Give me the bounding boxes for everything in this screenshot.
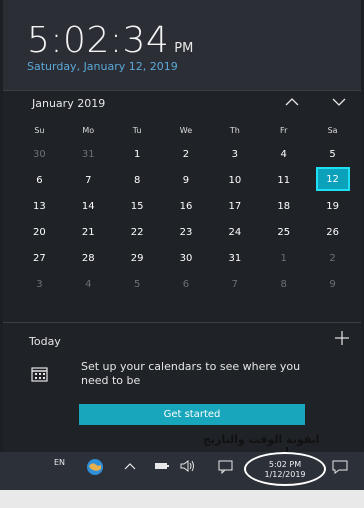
big-clock: 5:02:34 PM bbox=[27, 20, 193, 61]
bottom-strip bbox=[0, 490, 364, 508]
divider bbox=[3, 90, 361, 91]
calendar-day[interactable]: 29 bbox=[113, 245, 162, 271]
network-globe-button[interactable] bbox=[86, 458, 104, 476]
next-month-button[interactable] bbox=[329, 94, 349, 110]
calendar-flyout: 5:02:34 PM Saturday, January 12, 2019 Jan… bbox=[3, 0, 361, 452]
calendar-day[interactable]: 21 bbox=[64, 219, 113, 245]
weekday-label: Mo bbox=[82, 126, 95, 135]
calendar-day[interactable]: 13 bbox=[15, 193, 64, 219]
calendar-icon bbox=[31, 367, 48, 382]
show-hidden-icons-button[interactable] bbox=[124, 462, 136, 470]
calendar-day[interactable]: 30 bbox=[15, 141, 64, 167]
action-center-icon bbox=[332, 460, 348, 474]
calendar-day[interactable]: 8 bbox=[113, 167, 162, 193]
plus-icon bbox=[335, 331, 349, 345]
calendar-day[interactable]: 1 bbox=[259, 245, 308, 271]
calendar-day[interactable]: 30 bbox=[162, 245, 211, 271]
calendar-day[interactable]: 31 bbox=[210, 245, 259, 271]
calendar-day[interactable]: 3 bbox=[15, 271, 64, 297]
calendar-day[interactable]: 22 bbox=[113, 219, 162, 245]
calendar-day[interactable]: 3 bbox=[210, 141, 259, 167]
weekday-label: We bbox=[179, 126, 193, 135]
calendar-day[interactable]: 20 bbox=[15, 219, 64, 245]
month-year-label[interactable]: January 2019 bbox=[32, 97, 105, 110]
chevron-up-icon bbox=[285, 98, 299, 106]
calendar-day[interactable]: 5 bbox=[113, 271, 162, 297]
calendar-day[interactable]: 8 bbox=[259, 271, 308, 297]
calendar-day[interactable]: 16 bbox=[162, 193, 211, 219]
calendar-day[interactable]: 9 bbox=[308, 271, 357, 297]
clock-time: 5:02:34 bbox=[27, 20, 170, 61]
calendar-day[interactable]: 27 bbox=[15, 245, 64, 271]
setup-calendar-text: Set up your calendars to see where you n… bbox=[81, 360, 301, 387]
calendar-day[interactable]: 14 bbox=[64, 193, 113, 219]
notifications-button[interactable] bbox=[218, 460, 234, 474]
calendar-day[interactable]: 26 bbox=[308, 219, 357, 245]
calendar-day[interactable]: 6 bbox=[15, 167, 64, 193]
calendar-day[interactable]: 7 bbox=[64, 167, 113, 193]
calendar-day[interactable]: 24 bbox=[210, 219, 259, 245]
calendar-day[interactable]: 19 bbox=[308, 193, 357, 219]
calendar-day[interactable]: 18 bbox=[259, 193, 308, 219]
calendar-day[interactable]: 17 bbox=[210, 193, 259, 219]
calendar-day-today[interactable]: 12 bbox=[315, 167, 350, 191]
weekday-label: Su bbox=[34, 126, 45, 135]
chevron-down-icon bbox=[332, 98, 346, 106]
action-center-button[interactable] bbox=[332, 460, 348, 474]
taskbar-date: 1/12/2019 bbox=[264, 470, 306, 479]
taskbar-time: 5:02 PM bbox=[268, 460, 302, 469]
weekday-label: Fr bbox=[280, 126, 288, 135]
clock-ampm: PM bbox=[174, 41, 194, 56]
calendar-day[interactable]: 15 bbox=[113, 193, 162, 219]
calendar-day[interactable]: 11 bbox=[259, 167, 308, 193]
volume-icon bbox=[180, 460, 194, 472]
calendar-day[interactable]: 23 bbox=[162, 219, 211, 245]
calendar-day[interactable]: 10 bbox=[210, 167, 259, 193]
language-indicator[interactable]: EN bbox=[54, 458, 65, 467]
calendar-day[interactable]: 6 bbox=[162, 271, 211, 297]
add-event-button[interactable] bbox=[335, 330, 349, 345]
weekday-label: Tu bbox=[132, 126, 142, 135]
calendar-day[interactable]: 1 bbox=[113, 141, 162, 167]
calendar-day[interactable]: 9 bbox=[162, 167, 211, 193]
calendar-days-grid: 30 31 1 2 3 4 5 6 7 8 9 10 11 12 13 14 15 16 17 18 19 20 21 22 2… bbox=[15, 141, 357, 297]
calendar-day[interactable]: 28 bbox=[64, 245, 113, 271]
chevron-up-icon bbox=[124, 463, 136, 470]
taskbar-clock-button[interactable]: 5:02 PM 1/12/2019 bbox=[246, 456, 324, 484]
notifications-icon bbox=[218, 460, 233, 474]
calendar-day[interactable]: 25 bbox=[259, 219, 308, 245]
clock-date-link[interactable]: Saturday, January 12, 2019 bbox=[27, 60, 178, 73]
get-started-button[interactable]: Get started bbox=[79, 404, 305, 425]
agenda-today-label: Today bbox=[29, 335, 61, 348]
weekday-label: Th bbox=[229, 126, 240, 135]
clock-panel: 5:02:34 PM Saturday, January 12, 2019 bbox=[3, 0, 361, 90]
calendar-day[interactable]: 7 bbox=[210, 271, 259, 297]
battery-button[interactable] bbox=[154, 461, 170, 471]
previous-month-button[interactable] bbox=[282, 94, 302, 110]
volume-button[interactable] bbox=[180, 460, 196, 472]
weekday-header-row: Su Mo Tu We Th Fr Sa bbox=[15, 126, 357, 135]
calendar-day[interactable]: 31 bbox=[64, 141, 113, 167]
calendar-day[interactable]: 5 bbox=[308, 141, 357, 167]
calendar-day[interactable]: 2 bbox=[162, 141, 211, 167]
weekday-label: Sa bbox=[327, 126, 338, 135]
calendar-day[interactable]: 4 bbox=[259, 141, 308, 167]
battery-icon bbox=[155, 463, 169, 469]
annotation-label: ايقونة الوقت والتاريخ bbox=[203, 433, 320, 446]
calendar-day[interactable]: 4 bbox=[64, 271, 113, 297]
divider bbox=[3, 322, 361, 323]
calendar-day[interactable]: 2 bbox=[308, 245, 357, 271]
network-globe-icon bbox=[87, 459, 103, 475]
